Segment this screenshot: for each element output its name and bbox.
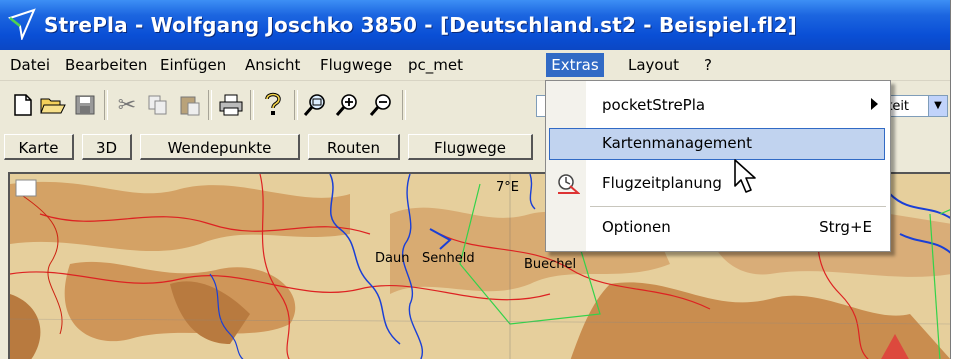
tab-flugwege[interactable]: Flugwege [408,134,533,160]
menu-item-pocketstrepla[interactable]: pocketStrePla [546,89,890,123]
menu-layout[interactable]: Layout [622,53,685,77]
menu-separator [590,206,886,207]
menu-item-label: Optionen [602,218,671,236]
tab-3d[interactable]: 3D [82,134,132,160]
app-logo-icon [8,8,36,40]
toolbar-separator [208,90,212,120]
chevron-down-icon[interactable]: ▼ [928,96,947,116]
paste-icon[interactable] [175,88,205,122]
window-title: StrePla - Wolfgang Joschko 3850 - [Deuts… [44,13,797,37]
toolbar-separator [250,90,254,120]
menu-pc-met[interactable]: pc_met [402,53,469,77]
help-icon[interactable] [258,88,288,122]
menu-einfuegen[interactable]: Einfügen [154,53,232,77]
menu-item-label: Kartenmanagement [602,134,753,152]
menu-item-optionen[interactable]: Optionen Strg+E [546,211,890,245]
zoom-out-icon[interactable] [366,88,396,122]
menu-datei[interactable]: Datei [4,53,56,77]
submenu-arrow-icon [871,98,878,110]
menu-flugwege[interactable]: Flugwege [314,53,398,77]
grid-label: 7°E [496,180,519,195]
extras-menu: pocketStrePla Kartenmanagement Flugzeitp… [545,80,891,252]
toolbar-separator [402,90,406,120]
place-label-daun: Daun [375,251,410,266]
menu-ansicht[interactable]: Ansicht [239,53,306,77]
menu-item-kartenmanagement[interactable]: Kartenmanagement [546,127,890,161]
tab-wendepunkte[interactable]: Wendepunkte [140,134,300,160]
cut-icon[interactable]: ✂ [112,88,142,122]
title-bar[interactable]: StrePla - Wolfgang Joschko 3850 - [Deuts… [0,0,950,50]
menu-item-flugzeitplanung[interactable]: Flugzeitplanung [546,167,890,201]
place-label-buechel: Buechel [524,257,577,272]
menu-item-label: Flugzeitplanung [602,174,722,192]
menu-bar: Datei Bearbeiten Einfügen Ansicht Flugwe… [0,50,950,81]
zoom-in-icon[interactable] [332,88,362,122]
tab-routen[interactable]: Routen [308,134,400,160]
copy-icon[interactable] [143,88,173,122]
save-icon[interactable] [70,88,100,122]
toolbar-separator [294,90,298,120]
menu-bearbeiten[interactable]: Bearbeiten [59,53,153,77]
app-window: StrePla - Wolfgang Joschko 3850 - [Deuts… [0,0,951,359]
menu-item-shortcut: Strg+E [819,218,872,236]
menu-help[interactable]: ? [698,53,718,77]
menu-item-label: pocketStrePla [602,96,706,114]
menu-extras[interactable]: Extras [546,53,604,77]
zoom-region-icon[interactable] [300,88,330,122]
place-label-senheld: Senheld [422,251,475,266]
clock-icon [558,174,580,194]
toolbar-separator [104,90,108,120]
open-folder-icon[interactable] [38,88,68,122]
tab-karte[interactable]: Karte [4,134,74,160]
print-icon[interactable] [216,88,246,122]
mouse-cursor-icon [734,159,756,193]
new-file-icon[interactable] [8,88,38,122]
